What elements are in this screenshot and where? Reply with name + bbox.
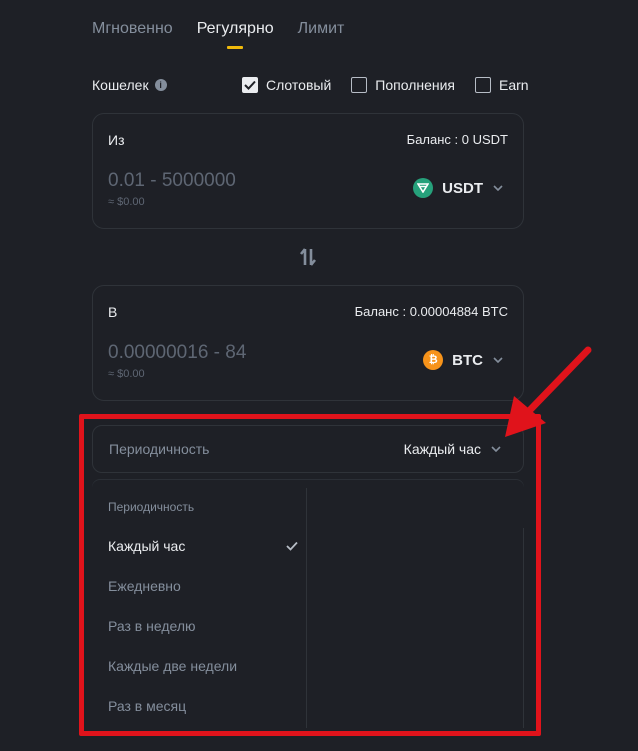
option-label: Ежедневно	[108, 578, 181, 594]
option-label: Раз в неделю	[108, 618, 196, 634]
frequency-selected-value: Каждый час	[403, 441, 481, 457]
frequency-option-daily[interactable]: Ежедневно	[108, 578, 298, 594]
frequency-select[interactable]: Периодичность Каждый час	[92, 425, 524, 473]
wallet-option-funding[interactable]: Пополнения	[351, 77, 455, 93]
tab-instant[interactable]: Мгновенно	[92, 20, 173, 46]
option-label: Раз в месяц	[108, 698, 187, 714]
frequency-label: Периодичность	[109, 441, 210, 457]
chevron-down-icon	[491, 446, 501, 452]
from-card: Из Баланс : 0 USDT 0.01 - 5000000 ≈ $0.0…	[92, 113, 524, 229]
tab-limit[interactable]: Лимит	[298, 20, 345, 46]
wallet-option-spot[interactable]: Слотовый	[242, 77, 331, 93]
from-amount-input[interactable]: 0.01 - 5000000	[108, 170, 236, 192]
to-balance: Баланс : 0.00004884 BTC	[354, 304, 508, 319]
tab-recurring[interactable]: Регулярно	[197, 20, 274, 46]
frequency-options-list: Периодичность Каждый час Ежедневно Раз в…	[92, 480, 306, 728]
to-card: В Баланс : 0.00004884 BTC 0.00000016 - 8…	[92, 285, 524, 401]
frequency-dropdown: Периодичность Каждый час Ежедневно Раз в…	[92, 480, 524, 728]
frequency-value: Каждый час	[404, 441, 501, 457]
from-coin-selector[interactable]: USDT	[413, 178, 503, 198]
check-icon	[286, 538, 298, 554]
wallet-row: Кошелек i Слотовый Пополнения Earn	[92, 75, 529, 95]
checkbox-checked-icon[interactable]	[242, 77, 258, 93]
frequency-option-hourly[interactable]: Каждый час	[108, 538, 298, 554]
dropdown-edge	[523, 528, 524, 728]
info-icon[interactable]: i	[154, 79, 167, 91]
usdt-icon	[413, 178, 434, 198]
dropdown-header: Периодичность	[108, 500, 195, 514]
dropdown-divider	[306, 488, 307, 728]
option-label: Каждые две недели	[108, 658, 238, 674]
from-coin-label: USDT	[442, 179, 483, 197]
btc-icon: ₿	[423, 350, 444, 370]
frequency-option-weekly[interactable]: Раз в неделю	[108, 618, 298, 634]
frequency-option-biweekly[interactable]: Каждые две недели	[108, 658, 298, 674]
from-approx-value: ≈ $0.00	[108, 196, 145, 208]
wallet-option-label: Earn	[499, 77, 529, 93]
wallet-option-label: Слотовый	[266, 77, 332, 93]
wallet-option-earn[interactable]: Earn	[475, 77, 529, 93]
to-coin-label: BTC	[452, 351, 483, 369]
from-balance: Баланс : 0 USDT	[406, 132, 508, 147]
option-label: Каждый час	[108, 538, 186, 554]
to-coin-selector[interactable]: ₿ BTC	[423, 350, 503, 370]
checkbox-icon[interactable]	[475, 77, 492, 93]
checkbox-icon[interactable]	[351, 77, 368, 93]
wallet-option-label: Пополнения	[375, 77, 456, 93]
swap-icon[interactable]	[298, 246, 318, 268]
to-amount-input[interactable]: 0.00000016 - 84	[108, 342, 246, 364]
to-approx-value: ≈ $0.00	[108, 368, 145, 380]
to-label: В	[108, 304, 118, 320]
wallet-label: Кошелек	[92, 77, 149, 93]
trade-type-tabs: Мгновенно Регулярно Лимит	[92, 20, 344, 46]
from-label: Из	[108, 132, 125, 148]
frequency-option-monthly[interactable]: Раз в месяц	[108, 698, 298, 714]
wallet-options: Слотовый Пополнения Earn	[242, 77, 549, 93]
chevron-down-icon	[493, 185, 503, 191]
chevron-down-icon	[493, 357, 503, 363]
